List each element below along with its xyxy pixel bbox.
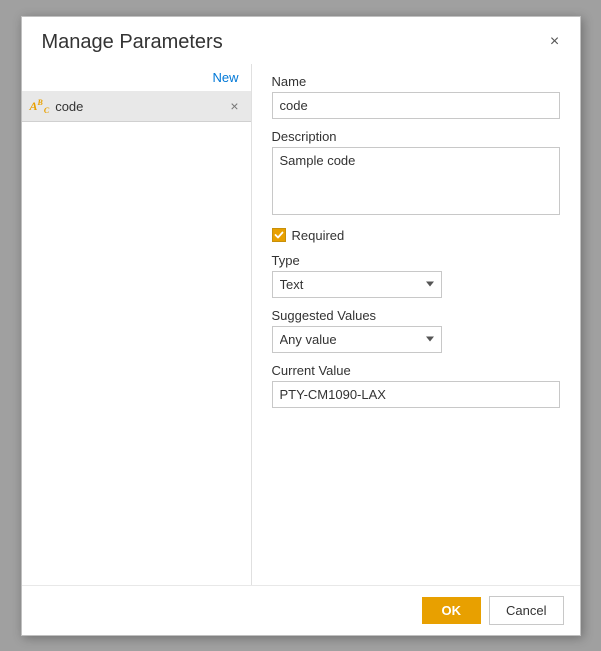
remove-param-button[interactable]: × xyxy=(227,98,243,114)
description-label: Description xyxy=(272,129,560,144)
suggested-values-label: Suggested Values xyxy=(272,308,560,323)
param-list: ABC code × xyxy=(22,92,251,585)
current-value-field-group: Current Value xyxy=(272,363,560,408)
name-field-group: Name xyxy=(272,74,560,119)
dialog-footer: OK Cancel xyxy=(22,585,580,635)
suggested-values-field-group: Suggested Values Any value List of value… xyxy=(272,308,560,353)
param-item-label: code xyxy=(55,99,226,114)
description-field-group: Description Sample code xyxy=(272,129,560,218)
manage-parameters-dialog: Manage Parameters × New ABC code × Name xyxy=(21,16,581,636)
dialog-title: Manage Parameters xyxy=(42,31,223,54)
current-value-input[interactable] xyxy=(272,381,560,408)
list-item[interactable]: ABC code × xyxy=(22,92,251,122)
current-value-label: Current Value xyxy=(272,363,560,378)
required-row: Required xyxy=(272,228,560,243)
close-button[interactable]: × xyxy=(546,33,564,51)
right-panel: Name Description Sample code Required Ty xyxy=(252,64,580,585)
dialog-titlebar: Manage Parameters × xyxy=(22,17,580,64)
name-label: Name xyxy=(272,74,560,89)
new-parameter-button[interactable]: New xyxy=(208,68,242,87)
required-checkbox[interactable] xyxy=(272,228,286,242)
required-label[interactable]: Required xyxy=(292,228,345,243)
left-panel-toolbar: New xyxy=(22,64,251,92)
suggested-values-select[interactable]: Any value List of values Query based xyxy=(272,326,442,353)
description-input[interactable]: Sample code xyxy=(272,147,560,215)
name-input[interactable] xyxy=(272,92,560,119)
cancel-button[interactable]: Cancel xyxy=(489,596,563,625)
left-panel: New ABC code × xyxy=(22,64,252,585)
ok-button[interactable]: OK xyxy=(422,597,482,624)
dialog-body: New ABC code × Name Description Sample c… xyxy=(22,64,580,585)
type-label: Type xyxy=(272,253,560,268)
type-field-group: Type Text Number Decimal Number Date/Tim… xyxy=(272,253,560,298)
type-select-wrapper: Text Number Decimal Number Date/Time Dur… xyxy=(272,271,442,298)
suggested-values-select-wrapper: Any value List of values Query based xyxy=(272,326,442,353)
type-select[interactable]: Text Number Decimal Number Date/Time Dur… xyxy=(272,271,442,298)
abc-icon: ABC xyxy=(30,98,50,115)
